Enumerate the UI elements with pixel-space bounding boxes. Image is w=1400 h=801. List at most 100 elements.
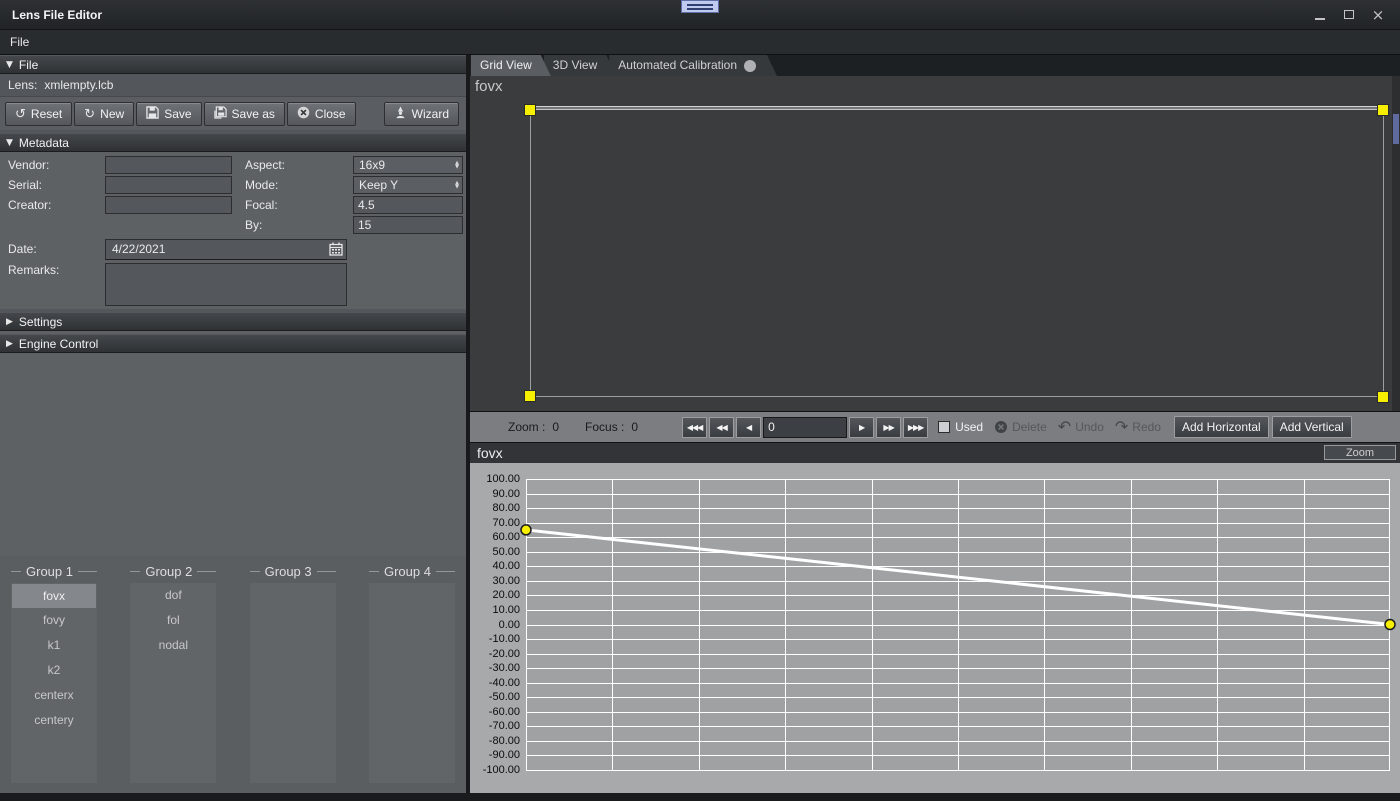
grid-handle-top-left[interactable] [524,104,536,116]
add-vertical-button[interactable]: Add Vertical [1272,416,1352,438]
date-field-wrap [105,239,347,260]
grid-handle-bottom-left[interactable] [524,390,536,402]
grid-view-canvas[interactable]: fovx [470,76,1400,412]
frame-index-input[interactable] [763,417,847,438]
undo-button[interactable]: ↶ Undo [1058,419,1104,435]
skip-first-button[interactable]: ◀◀◀ [682,417,707,438]
list-item-nodal[interactable]: nodal [130,633,216,658]
fast-back-button[interactable]: ◀◀ [709,417,734,438]
list-item-k2[interactable]: k2 [11,658,97,683]
fast-forward-button[interactable]: ▶▶ [876,417,901,438]
group-legend: Group 3 [250,563,336,580]
wizard-button[interactable]: Wizard [384,102,459,126]
by-field[interactable] [353,216,463,234]
spinner-icon[interactable] [455,177,459,193]
used-label: Used [955,420,983,434]
y-axis-tick-label: 20.00 [470,589,520,601]
button-label: Close [315,107,346,121]
group-legend: Group 2 [130,563,216,580]
chart-plot-area[interactable]: 100.0090.0080.0070.0060.0050.0040.0030.0… [470,463,1400,793]
legend-line [130,571,140,572]
skip-last-button[interactable]: ▶▶▶ [903,417,928,438]
minimize-button[interactable] [1313,0,1327,29]
section-header-file[interactable]: File [0,55,466,74]
legend-line [436,571,455,572]
grid-edge-left [530,110,531,397]
delete-button[interactable]: Delete [994,420,1047,434]
window-title: Lens File Editor [0,8,102,22]
creator-field[interactable] [105,196,232,214]
tab-grid-view[interactable]: Grid View [471,55,551,76]
y-axis-tick-label: 50.00 [470,546,520,558]
list-item-fol[interactable]: fol [130,608,216,633]
list-item-k1[interactable]: k1 [11,633,97,658]
main-area: File Lens: xmlempty.lcb ↺Reset↻NewSaveSa… [0,55,1400,793]
aspect-dropdown[interactable]: 16x9 [353,156,463,174]
button-label: Save [164,107,191,121]
y-axis-tick-label: -90.00 [470,749,520,761]
maximize-button[interactable] [1342,0,1356,29]
group-list: doffolnodal [130,583,216,783]
group-title: Group 4 [384,564,431,579]
grid-view-scrollbar[interactable] [1392,76,1400,411]
list-item-fovx[interactable]: fovx [12,584,96,608]
creator-label: Creator: [0,198,105,212]
close-button[interactable]: Close [287,102,356,126]
close-button[interactable]: × [1371,0,1385,29]
section-header-metadata[interactable]: Metadata [0,133,466,152]
scrollbar-thumb[interactable] [1393,114,1399,144]
parameter-groups: Group 1fovxfovyk1k2centerxcenteryGroup 2… [0,556,466,793]
legend-line [11,571,21,572]
mode-dropdown[interactable]: Keep Y [353,176,463,194]
grid-handle-bottom-right[interactable] [1377,391,1389,403]
focal-label: Focal: [232,198,353,212]
curve-point[interactable] [521,525,531,535]
menubar: File [0,30,1400,55]
wizard-icon [394,106,407,122]
step-back-button[interactable]: ◀ [736,417,761,438]
serial-field[interactable] [105,176,232,194]
step-forward-button[interactable]: ▶ [849,417,874,438]
grid-toolbar: Zoom : 0 Focus : 0 ◀◀◀◀◀◀ ▶▶▶▶▶▶ Used De… [470,412,1400,443]
tab-3d-view[interactable]: 3D View [544,55,616,76]
curve-plot-svg[interactable] [526,479,1390,770]
section-header-engine-control[interactable]: Engine Control [0,334,466,353]
tab-automated-calibration[interactable]: Automated Calibration [609,55,777,76]
focal-field[interactable] [353,196,463,214]
button-label: New [100,107,124,121]
grid-edge-right [1383,110,1384,397]
used-checkbox[interactable] [938,421,950,433]
list-item-centery[interactable]: centery [11,708,97,733]
zoom-value: 0 [552,420,559,434]
add-horizontal-button[interactable]: Add Horizontal [1174,416,1269,438]
remarks-field[interactable] [105,263,347,306]
focus-label: Focus : [585,420,624,434]
grid-handle-top-right[interactable] [1377,104,1389,116]
calendar-icon[interactable] [329,242,343,259]
aspect-label: Aspect: [232,158,353,172]
reset-button[interactable]: ↺Reset [5,102,72,126]
y-axis-tick-label: -20.00 [470,648,520,660]
list-item-fovy[interactable]: fovy [11,608,97,633]
group-2: Group 2 doffolnodal [130,563,216,783]
group-4: Group 4 [369,563,455,783]
status-dot-icon [744,60,756,72]
legend-line [197,571,216,572]
chart-zoom-button[interactable]: Zoom [1324,445,1396,460]
section-header-settings[interactable]: Settings [0,312,466,331]
curve-point[interactable] [1385,620,1395,630]
date-field[interactable] [105,239,347,260]
titlebar: Lens File Editor × [0,0,1400,30]
spinner-icon[interactable] [455,157,459,173]
zoom-label: Zoom : [508,420,545,434]
menu-file[interactable]: File [0,30,39,54]
new-button[interactable]: ↻New [74,102,134,126]
list-item-dof[interactable]: dof [130,583,216,608]
y-axis-tick-label: -30.00 [470,662,520,674]
vendor-field[interactable] [105,156,232,174]
curve-chart-panel: fovx Zoom 100.0090.0080.0070.0060.0050.0… [470,443,1400,793]
redo-button[interactable]: ↷ Redo [1115,419,1161,435]
save-button[interactable]: Save [136,102,201,126]
list-item-centerx[interactable]: centerx [11,683,97,708]
save-as-button[interactable]: Save as [204,102,285,126]
